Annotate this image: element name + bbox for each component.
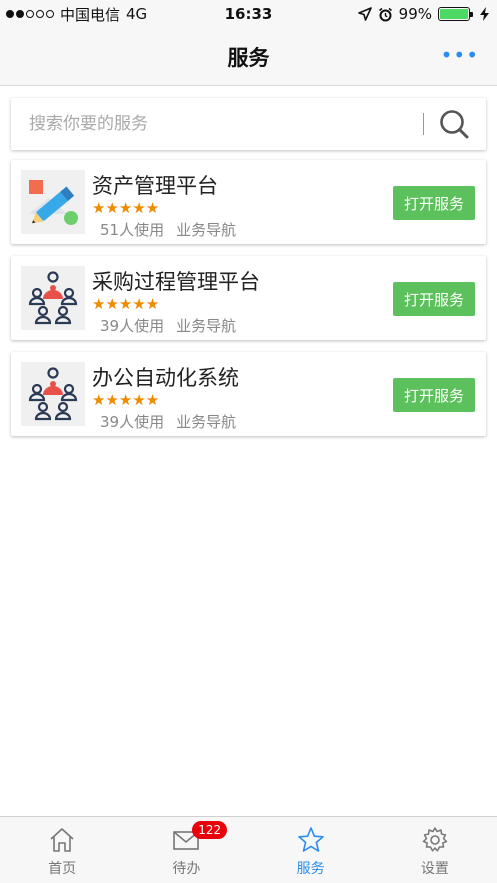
- tab-settings[interactable]: 设置: [373, 817, 497, 883]
- more-options-button[interactable]: •••: [441, 45, 479, 65]
- tab-todo[interactable]: 122 待办: [124, 817, 248, 883]
- search-input[interactable]: [11, 98, 423, 150]
- open-service-button[interactable]: 打开服务: [393, 186, 475, 220]
- service-card[interactable]: 办公自动化系统 ★★★★★ 39人使用 业务导航 打开服务: [11, 352, 486, 436]
- people-group-icon: [21, 266, 85, 330]
- battery-percent: 99%: [398, 5, 432, 23]
- service-meta: 39人使用 业务导航: [100, 411, 236, 432]
- location-arrow-icon: [357, 7, 372, 21]
- status-left: 中国电信 4G: [6, 4, 147, 25]
- service-title: 资产管理平台: [92, 174, 218, 198]
- network-type: 4G: [126, 5, 148, 23]
- tab-label: 设置: [420, 861, 449, 877]
- service-category: 业务导航: [176, 413, 237, 431]
- pencil-icon: [21, 170, 85, 234]
- people-group-icon: [21, 362, 85, 426]
- service-title: 采购过程管理平台: [92, 270, 260, 294]
- carrier-name: 中国电信: [60, 5, 121, 24]
- user-count: 39人使用: [100, 317, 165, 335]
- tab-label: 首页: [48, 861, 77, 877]
- alarm-icon: [378, 7, 392, 21]
- status-bar: 中国电信 4G 16:33 99%: [0, 0, 497, 28]
- service-category: 业务导航: [176, 221, 237, 239]
- tab-label: 服务: [296, 861, 325, 877]
- rating-stars: ★★★★★: [92, 295, 160, 313]
- star-icon: [297, 827, 324, 852]
- gear-icon: [422, 827, 448, 852]
- search-divider: [423, 113, 424, 135]
- user-count: 39人使用: [100, 413, 165, 431]
- search-icon[interactable]: [438, 108, 470, 140]
- service-title: 办公自动化系统: [92, 366, 239, 390]
- open-service-button[interactable]: 打开服务: [393, 282, 475, 316]
- home-icon: [50, 828, 74, 852]
- service-meta: 39人使用 业务导航: [100, 315, 236, 336]
- rating-stars: ★★★★★: [92, 199, 160, 217]
- tab-services[interactable]: 服务: [249, 817, 373, 883]
- tab-bar: 首页 122 待办 服务 设置: [0, 816, 497, 883]
- service-card[interactable]: 资产管理平台 ★★★★★ 51人使用 业务导航 打开服务: [11, 160, 486, 244]
- todo-count-badge: 122: [192, 821, 228, 839]
- open-service-button[interactable]: 打开服务: [393, 378, 475, 412]
- status-right: 99%: [357, 5, 489, 23]
- service-card[interactable]: 采购过程管理平台 ★★★★★ 39人使用 业务导航 打开服务: [11, 256, 486, 340]
- tab-home[interactable]: 首页: [0, 817, 124, 883]
- rating-stars: ★★★★★: [92, 391, 160, 409]
- tab-label: 待办: [172, 861, 201, 877]
- battery-icon: [438, 7, 473, 21]
- navigation-bar: 服务 •••: [0, 28, 497, 86]
- signal-strength-icon: [6, 10, 54, 18]
- service-category: 业务导航: [176, 317, 237, 335]
- page-title: 服务: [227, 45, 270, 70]
- service-meta: 51人使用 业务导航: [100, 219, 236, 240]
- user-count: 51人使用: [100, 221, 165, 239]
- search-bar: [11, 98, 486, 150]
- charging-bolt-icon: [480, 7, 489, 21]
